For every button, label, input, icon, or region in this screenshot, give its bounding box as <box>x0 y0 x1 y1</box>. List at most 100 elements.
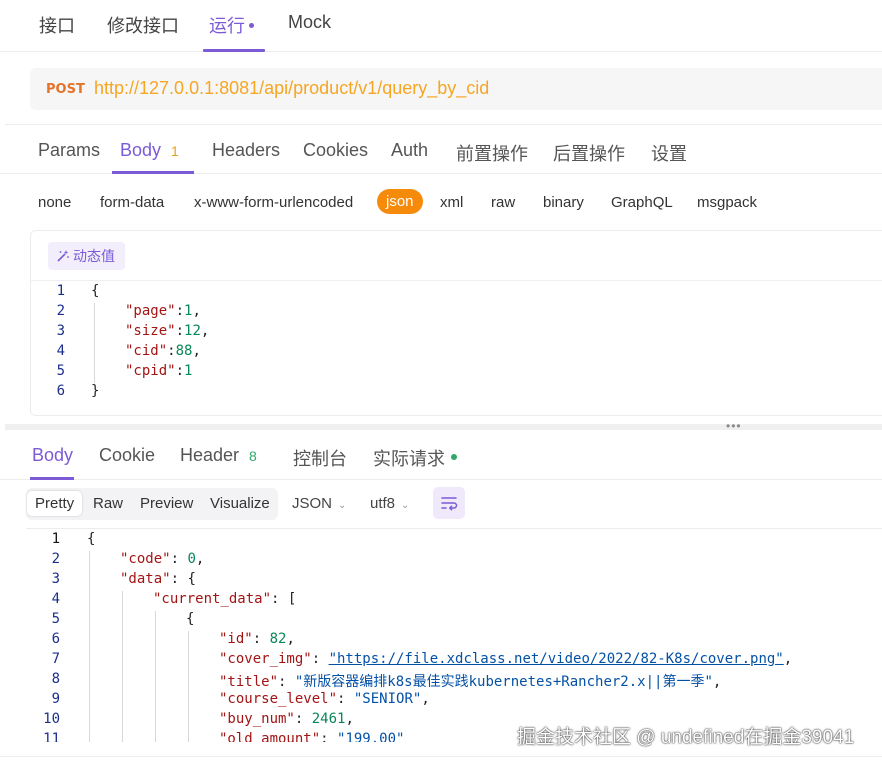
tab-pre-processors[interactable]: 前置操作 <box>456 140 528 166</box>
code-line: "buy_num": 2461, <box>219 711 354 727</box>
chevron-down-icon: ⌄ <box>338 500 347 511</box>
json-value: 82 <box>269 631 287 647</box>
unsaved-dot-icon <box>249 22 254 28</box>
tab-run-label: 运行 <box>209 16 245 36</box>
json-value: 2461 <box>311 711 346 727</box>
response-tab-bar: Body Cookie Header 8 控制台 实际请求 <box>0 430 882 480</box>
line-number: 4 <box>51 591 60 607</box>
tab-auth[interactable]: Auth <box>391 140 428 161</box>
body-type-urlencoded[interactable]: x-www-form-urlencoded <box>194 194 353 211</box>
wrap-lines-icon <box>441 497 458 511</box>
dynamic-value-button[interactable]: 动态值 <box>48 242 125 270</box>
json-value: "199.00" <box>337 731 405 742</box>
json-key: "title" <box>219 674 279 690</box>
view-mode-visualize[interactable]: Visualize <box>210 495 270 512</box>
indent-guide <box>155 611 156 742</box>
body-type-none[interactable]: none <box>38 194 71 211</box>
tab-response-header[interactable]: Header 8 <box>180 445 257 466</box>
divider <box>0 756 882 757</box>
json-value: 1 <box>184 363 193 379</box>
divider <box>31 280 882 281</box>
active-tab-indicator <box>203 49 265 52</box>
tab-mock[interactable]: Mock <box>288 12 331 33</box>
line-number: 1 <box>56 283 65 299</box>
format-dropdown[interactable]: JSON ⌄ <box>292 495 346 512</box>
json-key: "course_level" <box>219 691 338 707</box>
tab-headers[interactable]: Headers <box>212 140 280 161</box>
line-number: 9 <box>51 691 60 707</box>
code-line: { <box>91 283 100 299</box>
tab-body[interactable]: Body 1 <box>120 140 179 161</box>
tab-edit-interface[interactable]: 修改接口 <box>107 12 179 38</box>
code-line: "page":1, <box>125 303 201 319</box>
body-count-badge: 1 <box>171 143 179 159</box>
body-type-msgpack[interactable]: msgpack <box>697 194 757 211</box>
line-number: 5 <box>51 611 60 627</box>
line-number: 3 <box>51 571 60 587</box>
url-input[interactable]: http://127.0.0.1:8081/api/product/v1/que… <box>94 78 489 99</box>
tab-run[interactable]: 运行 <box>209 12 254 38</box>
json-key: "id" <box>219 631 253 647</box>
line-number: 5 <box>56 363 65 379</box>
indent-guide <box>94 303 95 383</box>
body-type-json[interactable]: json <box>377 189 423 214</box>
code-line: "old_amount": "199.00" <box>219 731 404 742</box>
line-number: 2 <box>51 551 60 567</box>
tab-actual-request[interactable]: 实际请求 <box>373 445 457 471</box>
tab-console[interactable]: 控制台 <box>293 445 347 471</box>
line-number: 7 <box>51 651 60 667</box>
body-type-graphql[interactable]: GraphQL <box>611 194 673 211</box>
code-line: "code": 0, <box>120 551 205 567</box>
response-body-viewer[interactable]: 1 2 3 4 5 6 7 8 9 10 11 { "code": 0, "da… <box>26 528 882 742</box>
encoding-dropdown[interactable]: utf8 ⌄ <box>370 495 409 512</box>
body-type-binary[interactable]: binary <box>543 194 584 211</box>
code-line: "course_level": "SENIOR", <box>219 691 430 707</box>
tab-response-body[interactable]: Body <box>32 445 73 466</box>
body-type-selector: none form-data x-www-form-urlencoded jso… <box>0 186 882 220</box>
tab-actual-request-label: 实际请求 <box>373 449 445 469</box>
code-line: "cover_img": "https://file.xdclass.net/v… <box>219 651 793 667</box>
line-number: 6 <box>51 631 60 647</box>
json-key: "cpid" <box>125 363 176 379</box>
view-mode-preview[interactable]: Preview <box>140 495 193 512</box>
tab-response-cookie[interactable]: Cookie <box>99 445 155 466</box>
wrap-lines-button[interactable] <box>433 487 465 519</box>
request-body-editor[interactable]: 动态值 1 2 3 4 5 6 { "page":1, "size":12, "… <box>30 230 882 416</box>
code-line: "cid":88, <box>125 343 201 359</box>
body-type-form-data[interactable]: form-data <box>100 194 164 211</box>
json-key: "code" <box>120 551 171 567</box>
code-line: { <box>87 531 96 547</box>
tab-interface[interactable]: 接口 <box>39 12 75 38</box>
code-line: "title": "新版容器编排k8s最佳实践kubernetes+Ranche… <box>219 674 722 690</box>
json-key: "cover_img" <box>219 651 312 667</box>
tab-post-processors[interactable]: 后置操作 <box>553 140 625 166</box>
code-line: "cpid":1 <box>125 363 193 379</box>
code-line: "current_data": [ <box>153 591 297 607</box>
view-mode-pretty[interactable]: Pretty <box>27 491 83 516</box>
tab-settings[interactable]: 设置 <box>651 140 687 166</box>
json-key: "data" <box>120 571 171 587</box>
tab-params[interactable]: Params <box>38 140 100 161</box>
json-value: "SENIOR" <box>353 691 422 707</box>
magic-wand-icon <box>57 250 69 262</box>
json-value: 12 <box>184 323 201 339</box>
line-number: 11 <box>43 731 60 742</box>
chevron-down-icon: ⌄ <box>401 500 410 511</box>
json-key: "current_data" <box>153 591 272 607</box>
watermark: 掘金技术社区 @ undefined在掘金39041 <box>517 727 855 748</box>
code-line: "data": { <box>120 571 196 587</box>
url-bar[interactable]: POST http://127.0.0.1:8081/api/product/v… <box>30 68 882 110</box>
json-value: 0 <box>187 551 196 567</box>
indent-guide <box>188 631 189 742</box>
json-bracket: [ <box>287 591 297 607</box>
top-tab-bar: 接口 修改接口 运行 Mock <box>0 0 882 52</box>
http-method-badge[interactable]: POST <box>46 82 85 97</box>
body-type-raw[interactable]: raw <box>491 194 515 211</box>
view-mode-segmented-control: Pretty Raw Preview Visualize <box>26 488 278 520</box>
view-mode-raw[interactable]: Raw <box>93 495 123 512</box>
json-url-link[interactable]: "https://file.xdclass.net/video/2022/82-… <box>329 651 784 667</box>
body-type-xml[interactable]: xml <box>440 194 463 211</box>
tab-cookies[interactable]: Cookies <box>303 140 368 161</box>
tab-body-label: Body <box>120 140 162 160</box>
status-dot-icon <box>451 454 457 461</box>
